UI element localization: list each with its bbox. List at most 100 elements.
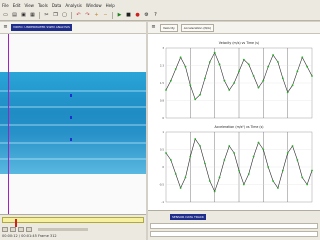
data-point	[223, 79, 226, 82]
data-point	[272, 180, 274, 182]
paste-icon[interactable]: ▢	[61, 12, 68, 19]
open-icon[interactable]: ▤	[11, 12, 18, 19]
y-tick-label: 1	[162, 130, 164, 134]
data-point	[296, 70, 299, 73]
menu-data[interactable]: Data	[52, 3, 62, 8]
data-point	[184, 176, 187, 179]
tab-velocity[interactable]: Velocity	[160, 23, 178, 32]
data-point	[281, 169, 284, 172]
data-point	[238, 70, 240, 73]
graph-pane-header: ≡ Velocity Acceleration (N/A)	[148, 22, 320, 34]
sensor-track-row[interactable]	[150, 223, 318, 229]
water-caustic	[0, 158, 146, 160]
data-point	[199, 145, 201, 147]
data-point	[267, 65, 270, 68]
data-point	[267, 166, 270, 168]
print-icon[interactable]: ▦	[29, 12, 36, 19]
video-frame[interactable]	[0, 72, 146, 174]
chart-title: Acceleration (m/s²) vs Time (s)	[215, 125, 264, 129]
data-point	[228, 89, 231, 91]
time-cursor-line[interactable]	[8, 34, 9, 214]
video-pane: ≡ VIDEO: UNDERWATER SWIM ANALYSIS 00:00:…	[0, 22, 146, 240]
zoom-in-icon[interactable]: +	[93, 12, 100, 19]
data-point	[291, 145, 294, 147]
video-status: 00:00:12 / 00:01:45 Frame 312	[2, 234, 57, 238]
tracking-marker[interactable]	[70, 94, 72, 97]
menu-analysis[interactable]: Analysis	[65, 3, 81, 8]
menu-edit[interactable]: Edit	[13, 3, 21, 8]
data-point	[223, 159, 226, 161]
pane-menu-icon[interactable]: ≡	[2, 24, 9, 31]
chart-area[interactable]: Velocity (m/s) vs Time (s) 0 0.8 1.5 2.3 3 Acc…	[148, 34, 320, 210]
data-point	[311, 75, 313, 77]
data-point	[189, 84, 192, 87]
speed-slider[interactable]	[38, 227, 88, 231]
tracking-marker[interactable]	[70, 138, 72, 141]
timeline-track[interactable]	[2, 217, 144, 227]
data-point	[238, 169, 240, 172]
data-point	[218, 176, 221, 179]
menu-window[interactable]: Window	[86, 3, 102, 8]
data-point	[174, 173, 177, 175]
data-point	[286, 91, 289, 94]
pause-button[interactable]	[18, 226, 24, 232]
data-point	[194, 98, 197, 101]
data-point	[174, 68, 177, 70]
copy-icon[interactable]: ❐	[52, 12, 59, 19]
y-tick-label: 0.5	[160, 148, 164, 152]
data-point	[306, 183, 309, 186]
data-point	[208, 180, 211, 182]
chart-title: Velocity (m/s) vs Time (s)	[219, 41, 259, 45]
charts-svg[interactable]: Velocity (m/s) vs Time (s) 0 0.8 1.5 2.3 3 Acc…	[148, 34, 320, 210]
y-tick-label: 1.5	[160, 81, 164, 85]
pane-menu-icon[interactable]: ≡	[150, 24, 157, 31]
video-pane-header: ≡ VIDEO: UNDERWATER SWIM ANALYSIS	[0, 22, 146, 34]
data-point	[257, 141, 260, 144]
video-title: VIDEO: UNDERWATER SWIM ANALYSIS	[11, 24, 72, 31]
data-point	[306, 65, 309, 68]
cut-icon[interactable]: ✂	[43, 12, 50, 19]
stop-icon[interactable]: ■	[125, 12, 132, 19]
help-icon[interactable]: ?	[152, 12, 159, 19]
data-point	[204, 162, 206, 165]
data-point	[277, 187, 279, 189]
y-tick-label: 0	[162, 165, 164, 169]
tracking-marker[interactable]	[70, 116, 72, 119]
sensor-track: SENSOR DATA TRACK	[148, 210, 320, 240]
save-icon[interactable]: ▣	[20, 12, 27, 19]
graph-pane: ≡ Velocity Acceleration (N/A) Velocity (…	[148, 22, 320, 240]
water-caustic	[0, 90, 146, 92]
data-point	[301, 56, 304, 59]
rewind-button[interactable]	[2, 226, 8, 232]
video-canvas[interactable]	[0, 34, 146, 214]
zoom-out-icon[interactable]: −	[102, 12, 109, 19]
new-icon[interactable]: ▭	[2, 12, 9, 19]
sensor-track-title: SENSOR DATA TRACK	[170, 214, 206, 220]
data-point	[165, 89, 167, 91]
sensor-track-row[interactable]	[150, 231, 318, 237]
play-icon[interactable]: ▶	[116, 12, 123, 19]
data-point	[242, 183, 245, 186]
data-point	[301, 176, 304, 179]
data-point	[228, 145, 231, 147]
data-point	[169, 79, 172, 82]
redo-icon[interactable]: ↷	[84, 12, 91, 19]
menu-view[interactable]: View	[24, 3, 34, 8]
data-point	[233, 82, 236, 84]
forward-button[interactable]	[26, 226, 32, 232]
data-point	[257, 86, 260, 89]
data-point	[296, 159, 299, 161]
data-point	[286, 152, 289, 154]
menu-file[interactable]: File	[2, 3, 9, 8]
menu-tools[interactable]: Tools	[38, 3, 48, 8]
settings-icon[interactable]: ⚙	[143, 12, 150, 19]
menu-help[interactable]: Help	[106, 3, 115, 8]
undo-icon[interactable]: ↶	[75, 12, 82, 19]
record-icon[interactable]: ●	[134, 12, 141, 19]
data-point	[281, 77, 284, 80]
tab-acceleration[interactable]: Acceleration (N/A)	[180, 23, 215, 32]
data-point	[208, 61, 211, 63]
play-button[interactable]	[10, 226, 16, 232]
data-point	[199, 93, 201, 96]
data-point	[179, 187, 182, 189]
